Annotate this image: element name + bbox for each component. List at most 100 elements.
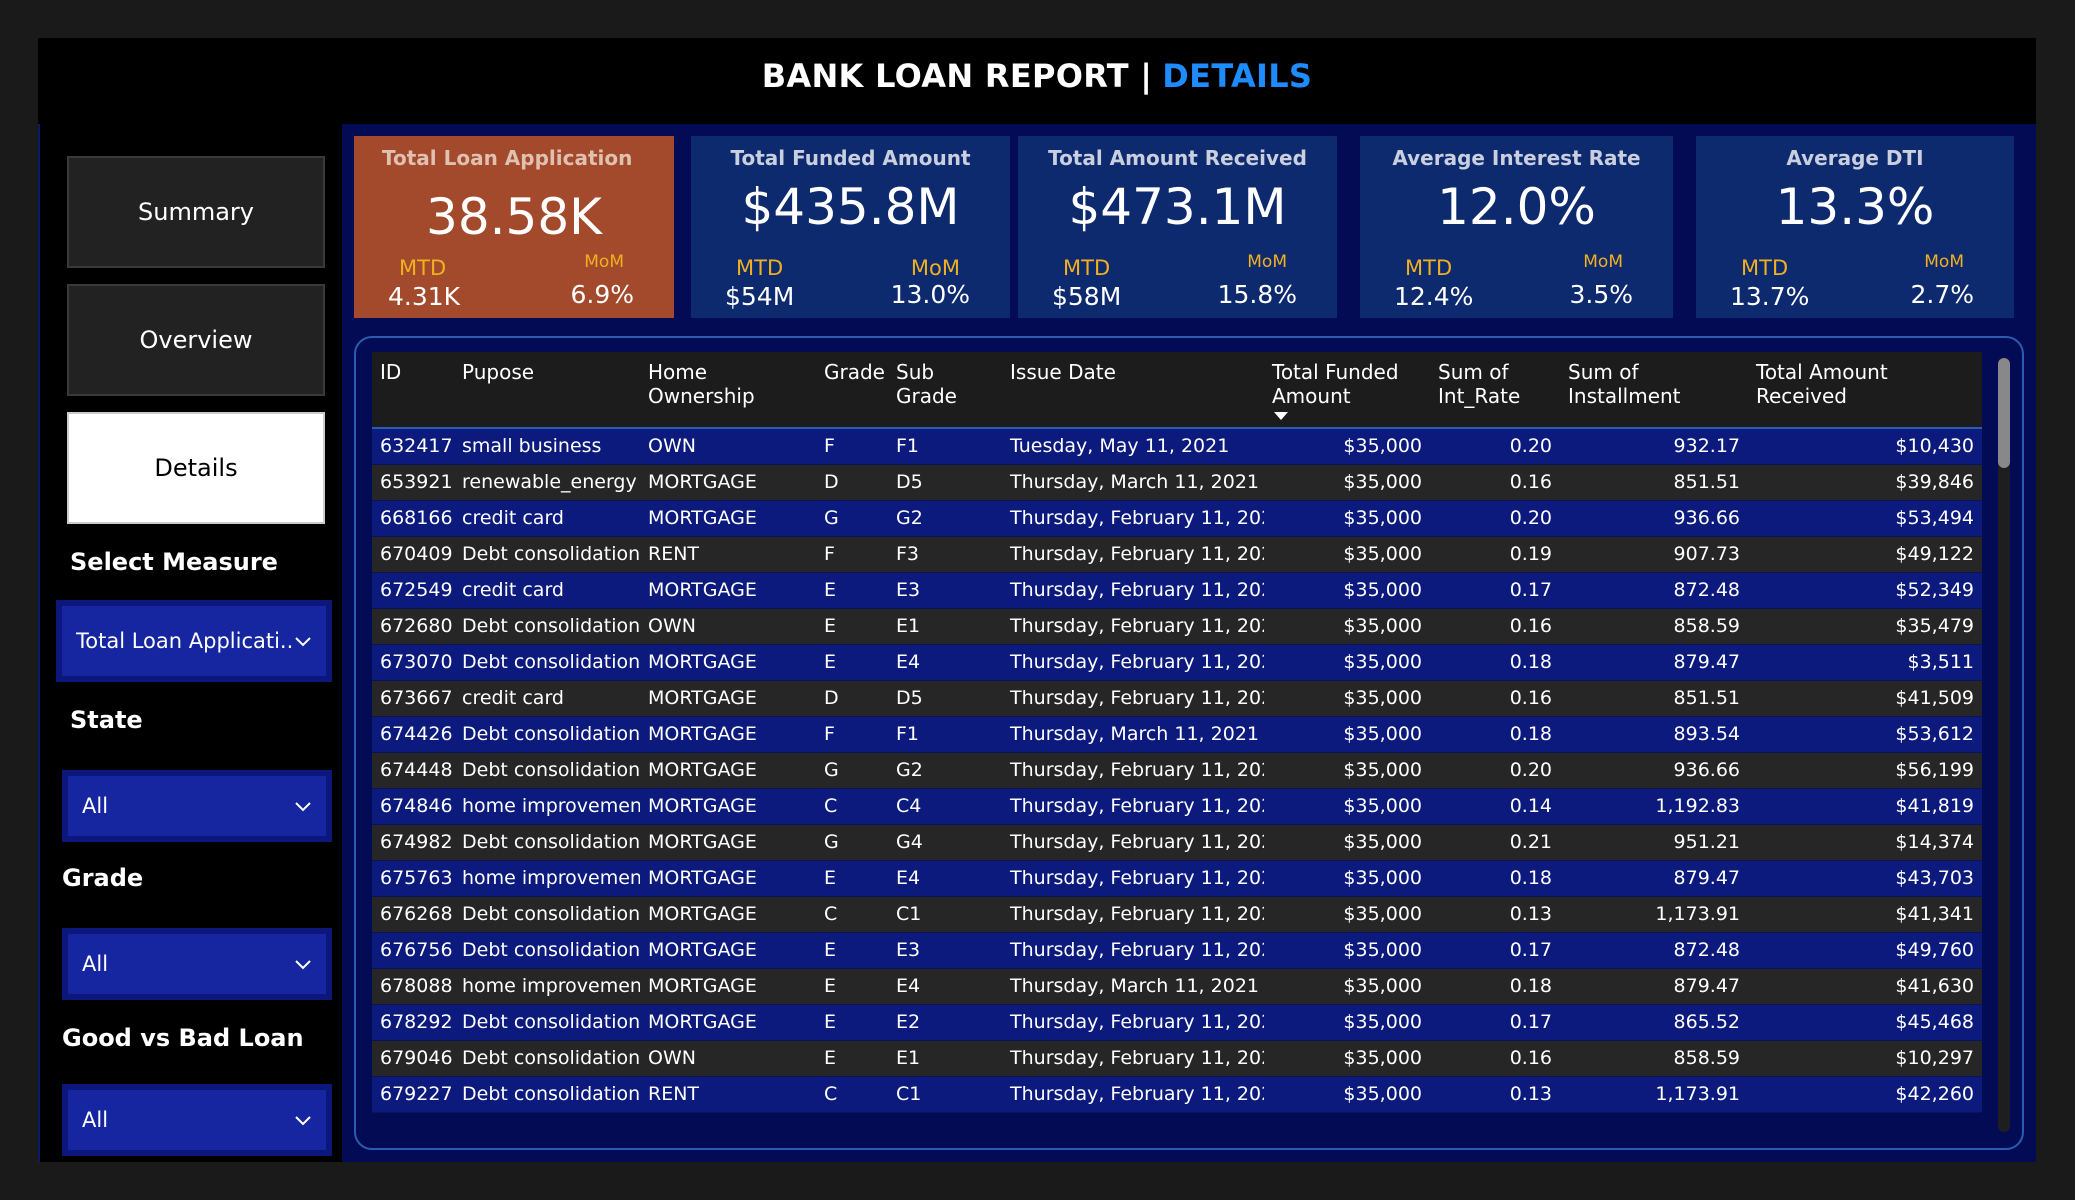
- kpi-mtd-value: $54M: [725, 282, 795, 311]
- table-cell: 679046: [372, 1040, 454, 1077]
- table-header-row: ID Pupose Home Ownership Grade Sub Grade…: [372, 352, 1982, 429]
- table-cell: 0.13: [1430, 1076, 1560, 1113]
- table-cell: C: [816, 896, 888, 933]
- table-row[interactable]: 672680 Debt consolidation OWN E E1 Thursday, …: [372, 608, 1982, 645]
- table-cell: 676268: [372, 896, 454, 933]
- table-row[interactable]: 678292 Debt consolidation MORTGAGE E E2 Thurs…: [372, 1004, 1982, 1041]
- kpi-title: Total Funded Amount: [730, 146, 971, 170]
- nav-overview-button[interactable]: Overview: [67, 284, 325, 396]
- table-row[interactable]: 675763 home improvement MORTGAGE E E4 Thursda…: [372, 860, 1982, 897]
- table-cell: Thursday, February 11, 2021: [1002, 572, 1264, 609]
- kpi-title: Average Interest Rate: [1392, 146, 1641, 170]
- chevron-down-icon: [295, 802, 311, 812]
- table-cell: $39,846: [1748, 464, 1982, 501]
- column-header-grade[interactable]: Grade: [816, 352, 888, 429]
- table-cell: 0.13: [1430, 896, 1560, 933]
- table-row[interactable]: 679046 Debt consolidation OWN E E1 Thursday, …: [372, 1040, 1982, 1077]
- table-cell: 0.17: [1430, 572, 1560, 609]
- table-cell: 851.51: [1560, 680, 1748, 717]
- table-cell: 0.21: [1430, 824, 1560, 861]
- table-row[interactable]: 670409 Debt consolidation RENT F F3 Thursday,…: [372, 536, 1982, 573]
- sort-descending-icon: [1274, 412, 1288, 420]
- table-cell: E: [816, 932, 888, 969]
- table-cell: Debt consolidation: [454, 1076, 640, 1113]
- table-cell: $35,000: [1264, 860, 1430, 897]
- table-cell: $35,000: [1264, 500, 1430, 537]
- table-scrollbar[interactable]: [1998, 358, 2010, 1132]
- column-header-id[interactable]: ID: [372, 352, 454, 429]
- table-scrollbar-thumb[interactable]: [1998, 358, 2010, 468]
- table-row[interactable]: 672549 credit card MORTGAGE E E3 Thursday, Fe…: [372, 572, 1982, 609]
- column-header-issue-date[interactable]: Issue Date: [1002, 352, 1264, 429]
- table-cell: 632417: [372, 428, 454, 465]
- table-cell: 872.48: [1560, 932, 1748, 969]
- table-row[interactable]: 674982 Debt consolidation MORTGAGE G G4 Thurs…: [372, 824, 1982, 861]
- select-measure-dropdown[interactable]: Total Loan Applicati...: [56, 600, 332, 682]
- table-cell: $35,000: [1264, 788, 1430, 825]
- table-row[interactable]: 679227 Debt consolidation RENT C C1 Thursday,…: [372, 1076, 1982, 1113]
- table-cell: E: [816, 644, 888, 681]
- good-vs-bad-loan-dropdown[interactable]: All: [62, 1084, 332, 1156]
- table-cell: 858.59: [1560, 608, 1748, 645]
- state-dropdown[interactable]: All: [62, 770, 332, 842]
- chevron-down-icon: [295, 960, 311, 970]
- table-cell: 858.59: [1560, 1040, 1748, 1077]
- kpi-mtd-label: MTD: [1741, 256, 1789, 280]
- kpi-mom-value: 3.5%: [1569, 280, 1633, 309]
- table-row[interactable]: 653921 renewable_energy MORTGAGE D D5 Thursda…: [372, 464, 1982, 501]
- nav-summary-button[interactable]: Summary: [67, 156, 325, 268]
- column-header-sum-of-int-rate[interactable]: Sum of Int_Rate: [1430, 352, 1560, 429]
- kpi-title: Total Loan Application: [382, 146, 633, 170]
- table-cell: 879.47: [1560, 860, 1748, 897]
- table-row[interactable]: 674448 Debt consolidation MORTGAGE G G2 Thurs…: [372, 752, 1982, 789]
- column-header-total-funded-amount[interactable]: Total Funded Amount: [1264, 352, 1430, 429]
- grade-dropdown[interactable]: All: [62, 928, 332, 1000]
- kpi-card-average-interest-rate[interactable]: Average Interest Rate 12.0% MTD MoM 12.4…: [1360, 136, 1673, 318]
- kpi-card-average-dti[interactable]: Average DTI 13.3% MTD MoM 13.7% 2.7%: [1696, 136, 2014, 318]
- kpi-mom-label: MoM: [584, 252, 624, 272]
- column-header-sum-of-installment[interactable]: Sum of Installment: [1560, 352, 1748, 429]
- good-vs-bad-loan-label: Good vs Bad Loan: [62, 1024, 304, 1052]
- table-cell: C1: [888, 896, 1002, 933]
- table-row[interactable]: 668166 credit card MORTGAGE G G2 Thursday, Fe…: [372, 500, 1982, 537]
- column-header-purpose[interactable]: Pupose: [454, 352, 640, 429]
- column-header-total-amount-received[interactable]: Total Amount Received: [1748, 352, 1982, 429]
- table-cell: $14,374: [1748, 824, 1982, 861]
- table-cell: renewable_energy: [454, 464, 640, 501]
- table-cell: D5: [888, 680, 1002, 717]
- table-cell: $10,430: [1748, 428, 1982, 465]
- table-cell: 893.54: [1560, 716, 1748, 753]
- kpi-mom-label: MoM: [1247, 252, 1287, 272]
- table-cell: Thursday, February 11, 2021: [1002, 608, 1264, 645]
- page-title: BANK LOAN REPORT | DETAILS: [38, 38, 2036, 114]
- table-cell: $35,000: [1264, 428, 1430, 465]
- table-cell: F: [816, 428, 888, 465]
- table-cell: D: [816, 464, 888, 501]
- table-row[interactable]: 632417 small business OWN F F1 Tuesday, May 1…: [372, 428, 1982, 465]
- table-cell: G: [816, 752, 888, 789]
- table-cell: $35,000: [1264, 680, 1430, 717]
- table-row[interactable]: 673070 Debt consolidation MORTGAGE E E4 Thurs…: [372, 644, 1982, 681]
- column-header-home-ownership[interactable]: Home Ownership: [640, 352, 816, 429]
- table-cell: 0.18: [1430, 860, 1560, 897]
- table-row[interactable]: 678088 home improvement MORTGAGE E E4 Thursda…: [372, 968, 1982, 1005]
- kpi-title: Total Amount Received: [1048, 146, 1307, 170]
- kpi-card-total-loan-application[interactable]: Total Loan Application 38.58K MTD MoM 4.…: [354, 136, 674, 318]
- table-cell: 670409: [372, 536, 454, 573]
- details-table: ID Pupose Home Ownership Grade Sub Grade…: [372, 352, 1982, 1113]
- table-row[interactable]: 674846 home improvement MORTGAGE C C4 Thursda…: [372, 788, 1982, 825]
- table-row[interactable]: 676268 Debt consolidation MORTGAGE C C1 Thurs…: [372, 896, 1982, 933]
- table-cell: C: [816, 788, 888, 825]
- table-cell: 851.51: [1560, 464, 1748, 501]
- table-row[interactable]: 673667 credit card MORTGAGE D D5 Thursday, Fe…: [372, 680, 1982, 717]
- kpi-mtd-value: 13.7%: [1730, 282, 1810, 311]
- kpi-mtd-label: MTD: [736, 256, 784, 280]
- nav-details-button[interactable]: Details: [67, 412, 325, 524]
- kpi-mom-value: 2.7%: [1910, 280, 1974, 309]
- table-row[interactable]: 676756 Debt consolidation MORTGAGE E E3 Thurs…: [372, 932, 1982, 969]
- kpi-card-total-funded-amount[interactable]: Total Funded Amount $435.8M MTD MoM $54M…: [691, 136, 1010, 318]
- table-cell: F3: [888, 536, 1002, 573]
- kpi-card-total-amount-received[interactable]: Total Amount Received $473.1M MTD MoM $5…: [1018, 136, 1337, 318]
- table-row[interactable]: 674426 Debt consolidation MORTGAGE F F1 Thurs…: [372, 716, 1982, 753]
- column-header-sub-grade[interactable]: Sub Grade: [888, 352, 1002, 429]
